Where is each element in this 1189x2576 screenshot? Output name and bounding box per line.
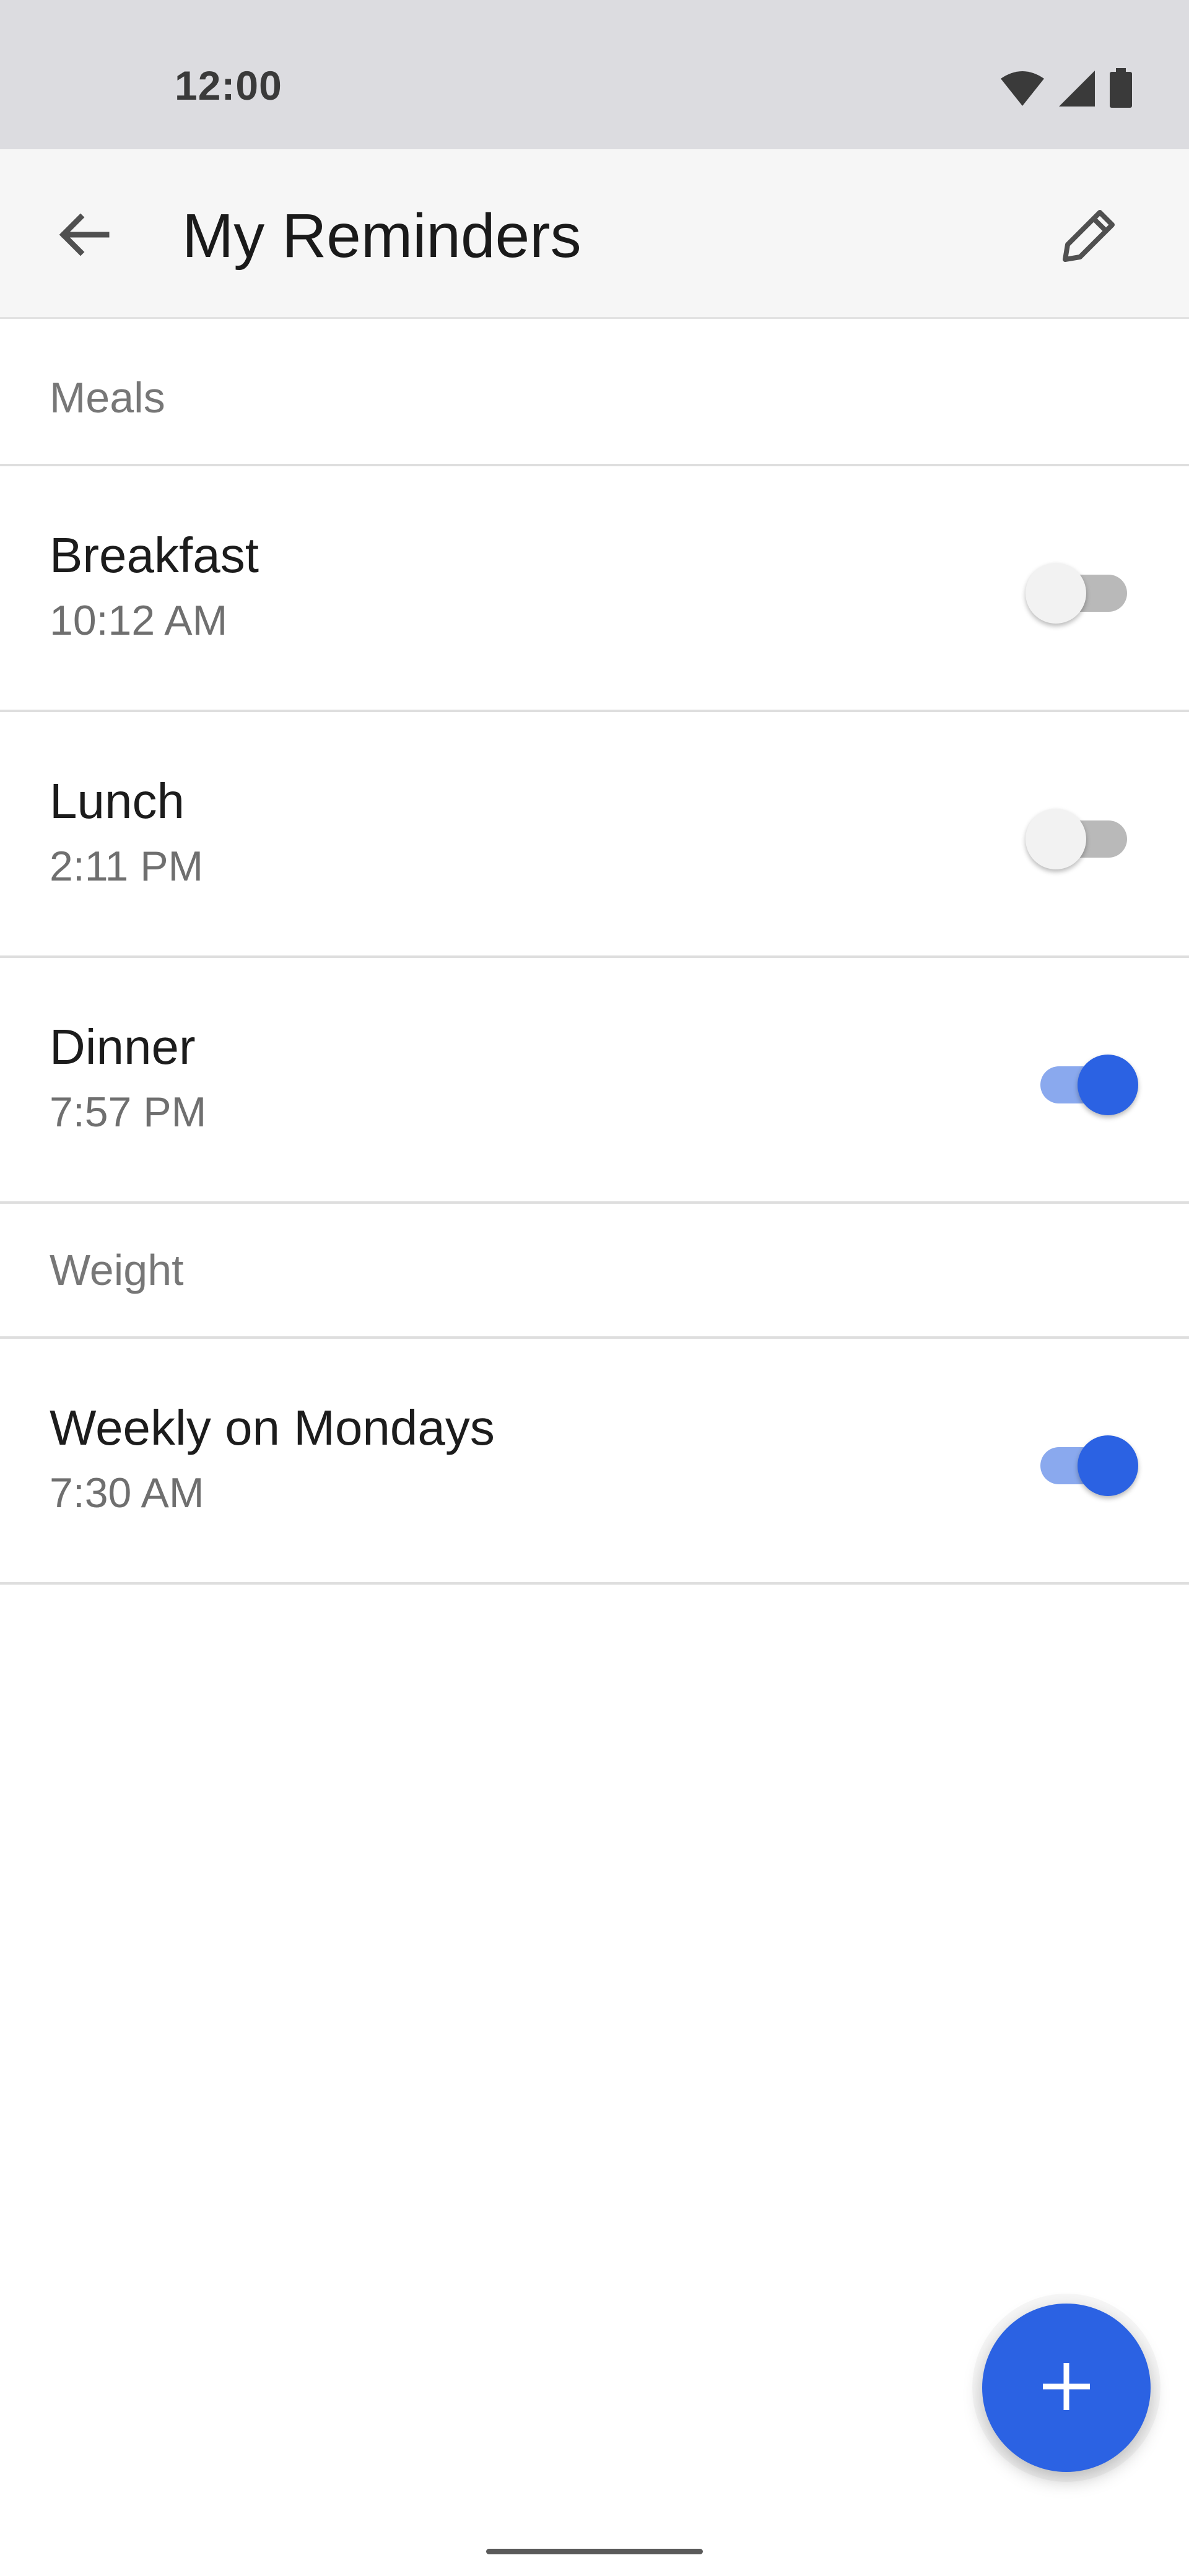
toggle-thumb bbox=[1026, 809, 1086, 869]
arrow-back-icon bbox=[56, 207, 111, 266]
wifi-icon bbox=[1000, 70, 1045, 110]
reminder-time: 7:30 AM bbox=[50, 1469, 204, 1516]
reminder-time: 10:12 AM bbox=[50, 597, 228, 644]
reminder-toggle-weekly-mondays[interactable] bbox=[1034, 1429, 1138, 1496]
reminder-row-dinner[interactable]: Dinner 7:57 PM bbox=[0, 958, 1189, 1204]
pencil-edit-icon bbox=[1059, 204, 1121, 269]
add-reminder-button[interactable] bbox=[982, 2304, 1151, 2472]
toggle-thumb bbox=[1078, 1055, 1138, 1115]
status-icons bbox=[1000, 67, 1133, 112]
cellular-signal-icon bbox=[1058, 69, 1096, 111]
toggle-thumb bbox=[1026, 563, 1086, 624]
reminder-toggle-lunch[interactable] bbox=[1026, 803, 1133, 869]
toggle-thumb bbox=[1078, 1435, 1138, 1496]
battery-icon bbox=[1108, 67, 1133, 112]
gesture-nav-handle[interactable] bbox=[486, 2549, 703, 2554]
back-button[interactable] bbox=[50, 202, 118, 270]
reminder-time: 2:11 PM bbox=[50, 843, 204, 890]
status-time: 12:00 bbox=[175, 63, 282, 108]
reminder-title: Weekly on Mondays bbox=[50, 1400, 495, 1455]
reminder-title: Lunch bbox=[50, 773, 185, 829]
edit-button[interactable] bbox=[1053, 199, 1127, 273]
reminder-toggle-dinner[interactable] bbox=[1034, 1048, 1138, 1115]
status-bar: 12:00 bbox=[0, 0, 1189, 149]
reminder-row-lunch[interactable]: Lunch 2:11 PM bbox=[0, 712, 1189, 958]
app-bar: My Reminders bbox=[0, 149, 1189, 319]
plus-icon bbox=[1040, 2361, 1092, 2416]
reminder-row-weekly-mondays[interactable]: Weekly on Mondays 7:30 AM bbox=[0, 1339, 1189, 1585]
reminders-list: Meals Breakfast 10:12 AM Lunch 2:11 PM D… bbox=[0, 331, 1189, 1585]
page-title: My Reminders bbox=[182, 201, 581, 271]
reminder-title: Dinner bbox=[50, 1019, 196, 1074]
reminder-time: 7:57 PM bbox=[50, 1089, 207, 1136]
reminder-toggle-breakfast[interactable] bbox=[1026, 557, 1133, 624]
reminder-title: Breakfast bbox=[50, 528, 259, 583]
section-header-weight: Weight bbox=[0, 1204, 1189, 1339]
reminder-row-breakfast[interactable]: Breakfast 10:12 AM bbox=[0, 466, 1189, 712]
section-header-meals: Meals bbox=[0, 331, 1189, 466]
